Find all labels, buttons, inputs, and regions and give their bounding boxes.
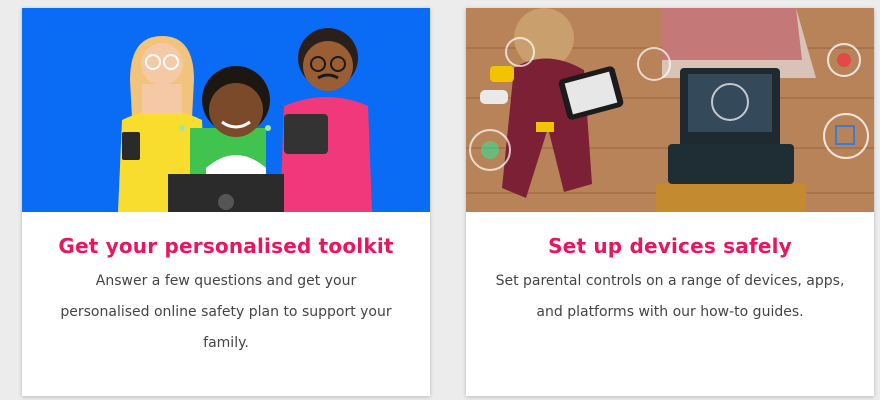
toolkit-card-title[interactable]: Get your personalised toolkit [22,234,430,258]
toolkit-card[interactable]: Get your personalised toolkit Answer a f… [22,8,430,396]
toolkit-card-description: Answer a few questions and get your pers… [60,273,392,351]
devices-card[interactable]: Set up devices safely Set parental contr… [466,8,874,396]
devices-card-description: Set parental controls on a range of devi… [495,273,845,320]
children-with-devices-photo[interactable] [466,8,874,212]
family-illustration[interactable] [22,8,430,212]
devices-card-title[interactable]: Set up devices safely [466,234,874,258]
